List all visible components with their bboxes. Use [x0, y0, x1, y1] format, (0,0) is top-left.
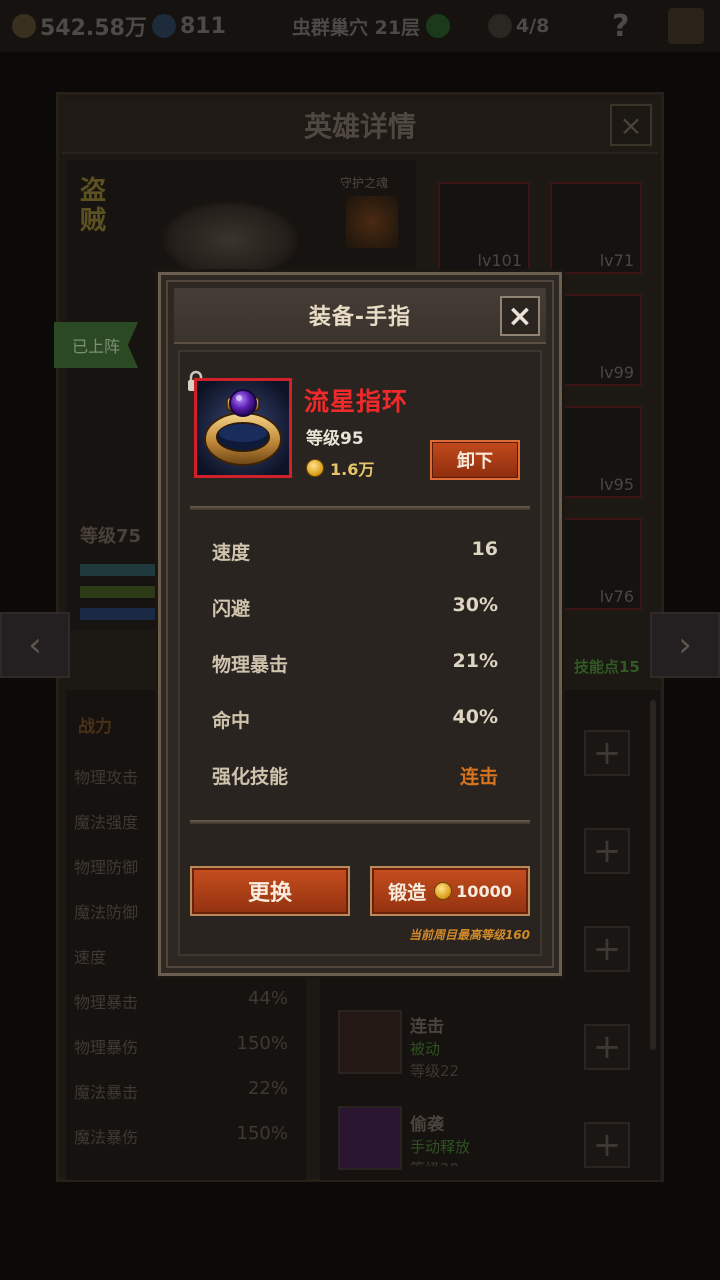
- diamond-icon: [152, 14, 176, 38]
- replace-label: 更换: [247, 881, 292, 906]
- hero-level: 等级75: [80, 526, 142, 547]
- sneak-attack-skill-icon[interactable]: [338, 1106, 402, 1170]
- skill-upgrade-button[interactable]: +: [584, 1122, 630, 1168]
- slot-level: lv95: [599, 475, 634, 494]
- skill-upgrade-button[interactable]: +: [584, 828, 630, 874]
- modal-close-button[interactable]: ×: [500, 296, 540, 336]
- attr-label-dodge: 闪避: [212, 598, 251, 620]
- gold-value: 542.58万: [40, 16, 147, 41]
- gem-counter: 811: [152, 8, 226, 44]
- forge-label: 锻造: [388, 881, 427, 904]
- stats-tab-power[interactable]: 战力: [78, 712, 112, 737]
- item-level: 等级95: [306, 429, 364, 449]
- skill-points: 技能点15: [574, 658, 640, 676]
- gold-counter: 542.58万: [12, 8, 147, 44]
- item-price: 1.6万: [306, 456, 374, 480]
- forge-cost-value: 10000: [456, 881, 512, 901]
- skull-icon: [488, 14, 512, 38]
- stat-label: 速度: [74, 948, 107, 967]
- skill-name: 偷袭: [410, 1115, 444, 1135]
- skill-type: 手动释放: [410, 1138, 471, 1156]
- stat-label: 魔法防御: [74, 903, 139, 922]
- stat-label: 物理攻击: [74, 768, 139, 787]
- gold-coin-icon: [306, 459, 324, 477]
- attr-value-physical-crit: 21%: [452, 650, 498, 672]
- stat-label: 物理暴击: [74, 993, 139, 1012]
- stat-value: 150%: [236, 1123, 288, 1144]
- replace-button[interactable]: 更换: [190, 866, 350, 916]
- stat-label: 物理防御: [74, 858, 139, 877]
- stage-label: 虫群巢穴 21层: [292, 8, 454, 44]
- slot-level: lv99: [599, 363, 634, 382]
- stat-label: 魔法强度: [74, 813, 139, 832]
- slot-level: lv71: [599, 251, 634, 270]
- equip-slot-ring[interactable]: lv95: [550, 406, 642, 498]
- unequip-button[interactable]: 卸下: [430, 440, 520, 480]
- equip-slot-gloves[interactable]: lv99: [550, 294, 642, 386]
- chest-icon[interactable]: [668, 8, 704, 44]
- deployed-ribbon: 已上阵: [54, 322, 138, 368]
- modal-title: 装备-手指: [308, 305, 412, 330]
- stat-label: 魔法暴击: [74, 1083, 139, 1102]
- gold-coin-icon: [434, 882, 453, 900]
- forge-button[interactable]: 锻造 10000: [370, 866, 530, 916]
- stat-value: 44%: [247, 988, 288, 1009]
- modal-header: 装备-手指: [174, 288, 546, 344]
- attr-label-speed: 速度: [212, 542, 251, 564]
- combo-skill-icon[interactable]: [338, 1010, 402, 1074]
- stat-value: 150%: [236, 1033, 288, 1054]
- skill-type: 被动: [410, 1040, 441, 1058]
- equip-slot-weapon[interactable]: lv101: [438, 182, 530, 274]
- hp-bar: [80, 564, 160, 576]
- item-icon-frame[interactable]: [194, 378, 292, 478]
- skill-upgrade-button[interactable]: +: [584, 926, 630, 972]
- help-button[interactable]: ?: [612, 8, 629, 44]
- equip-slot-armor[interactable]: lv71: [550, 182, 642, 274]
- stat-label: 物理暴伤: [74, 1038, 139, 1057]
- kill-value: 4/8: [516, 15, 550, 37]
- max-level-note: 当前周目最高等级160: [408, 928, 530, 942]
- hero-figure: [160, 200, 300, 280]
- gem-value: 811: [180, 13, 226, 39]
- next-hero-button[interactable]: ›: [650, 612, 720, 678]
- stage-text: 虫群巢穴 21层: [292, 16, 421, 39]
- stage-badge-icon: [426, 14, 451, 38]
- attr-value-enhanced-skill: 连击: [459, 766, 498, 788]
- skills-scrollbar[interactable]: [650, 700, 656, 1050]
- stat-label: 魔法暴伤: [74, 1128, 139, 1147]
- skill-level: 等级22: [410, 1062, 460, 1080]
- kill-counter: 4/8: [488, 8, 549, 44]
- gold-coin-icon: [12, 14, 36, 38]
- mana-bar: [80, 608, 160, 620]
- divider-bottom: [190, 820, 530, 824]
- hero-class-name: 盗贼: [80, 176, 107, 236]
- skill-upgrade-button[interactable]: +: [584, 730, 630, 776]
- attr-value-hit: 40%: [452, 706, 498, 728]
- item-price-value: 1.6万: [330, 460, 375, 479]
- prev-hero-button[interactable]: ‹: [0, 612, 70, 678]
- attr-value-speed: 16: [471, 538, 498, 560]
- attr-label-enhanced-skill: 强化技能: [212, 766, 289, 788]
- guard-soul-label: 守护之魂: [340, 176, 389, 190]
- attr-label-hit: 命中: [212, 710, 251, 732]
- attr-value-dodge: 30%: [452, 594, 498, 616]
- skill-name: 连击: [410, 1017, 444, 1037]
- exp-bar: [80, 586, 160, 598]
- forge-cost: 10000: [434, 882, 512, 901]
- item-name: 流星指环: [304, 387, 409, 416]
- divider-top: [190, 506, 530, 510]
- stat-value: 22%: [247, 1078, 288, 1099]
- equip-slot-boots[interactable]: lv76: [550, 518, 642, 610]
- hero-panel-close-button[interactable]: ×: [610, 104, 652, 146]
- skill-upgrade-button[interactable]: +: [584, 1024, 630, 1070]
- slot-level: lv101: [477, 251, 522, 270]
- slot-level: lv76: [599, 587, 634, 606]
- phoenix-icon[interactable]: [346, 196, 398, 248]
- attr-label-physical-crit: 物理暴击: [212, 654, 289, 676]
- hero-panel-title: 英雄详情: [62, 98, 658, 154]
- meteor-ring-icon: [197, 381, 289, 475]
- skill-level: 等级20: [410, 1158, 459, 1166]
